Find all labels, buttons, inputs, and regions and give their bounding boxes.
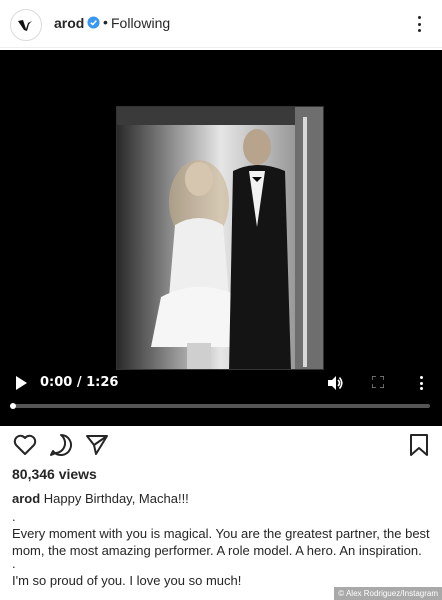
video-still-image — [117, 107, 323, 369]
more-options-icon[interactable] — [412, 14, 426, 34]
separator-dot: • — [103, 14, 108, 30]
heart-icon[interactable] — [12, 432, 38, 458]
avatar[interactable] — [10, 9, 42, 41]
username[interactable]: arod — [54, 15, 84, 31]
avatar-logo-icon — [18, 20, 32, 31]
view-count[interactable]: 80,346 views — [12, 466, 97, 482]
caption: arod Happy Birthday, Macha!!! . Every mo… — [12, 490, 434, 589]
video-frame — [116, 106, 324, 370]
comment-icon[interactable] — [48, 432, 74, 458]
caption-line: Happy Birthday, Macha!!! — [43, 491, 189, 506]
bookmark-icon[interactable] — [406, 432, 432, 458]
verified-badge-icon — [87, 16, 100, 29]
volume-icon[interactable] — [326, 374, 344, 392]
video-player[interactable]: 0:00 / 1:26 — [0, 50, 442, 426]
caption-line: Every moment with you is magical. You ar… — [12, 526, 430, 558]
following-button[interactable]: Following — [111, 15, 170, 31]
video-controls: 0:00 / 1:26 — [0, 368, 442, 426]
photo-credit: © Alex Rodriguez/Instagram — [334, 587, 442, 600]
progress-thumb[interactable] — [10, 403, 16, 409]
video-more-icon[interactable] — [416, 374, 426, 392]
play-icon[interactable] — [14, 376, 28, 390]
time-readout: 0:00 / 1:26 — [40, 375, 119, 390]
action-bar — [0, 432, 442, 462]
share-icon[interactable] — [84, 432, 110, 458]
caption-line: . — [12, 556, 16, 571]
caption-username[interactable]: arod — [12, 491, 40, 506]
caption-line: . — [12, 509, 16, 524]
post-header: arod • Following — [0, 0, 442, 48]
fullscreen-icon[interactable] — [372, 376, 384, 388]
progress-bar[interactable] — [12, 404, 430, 408]
